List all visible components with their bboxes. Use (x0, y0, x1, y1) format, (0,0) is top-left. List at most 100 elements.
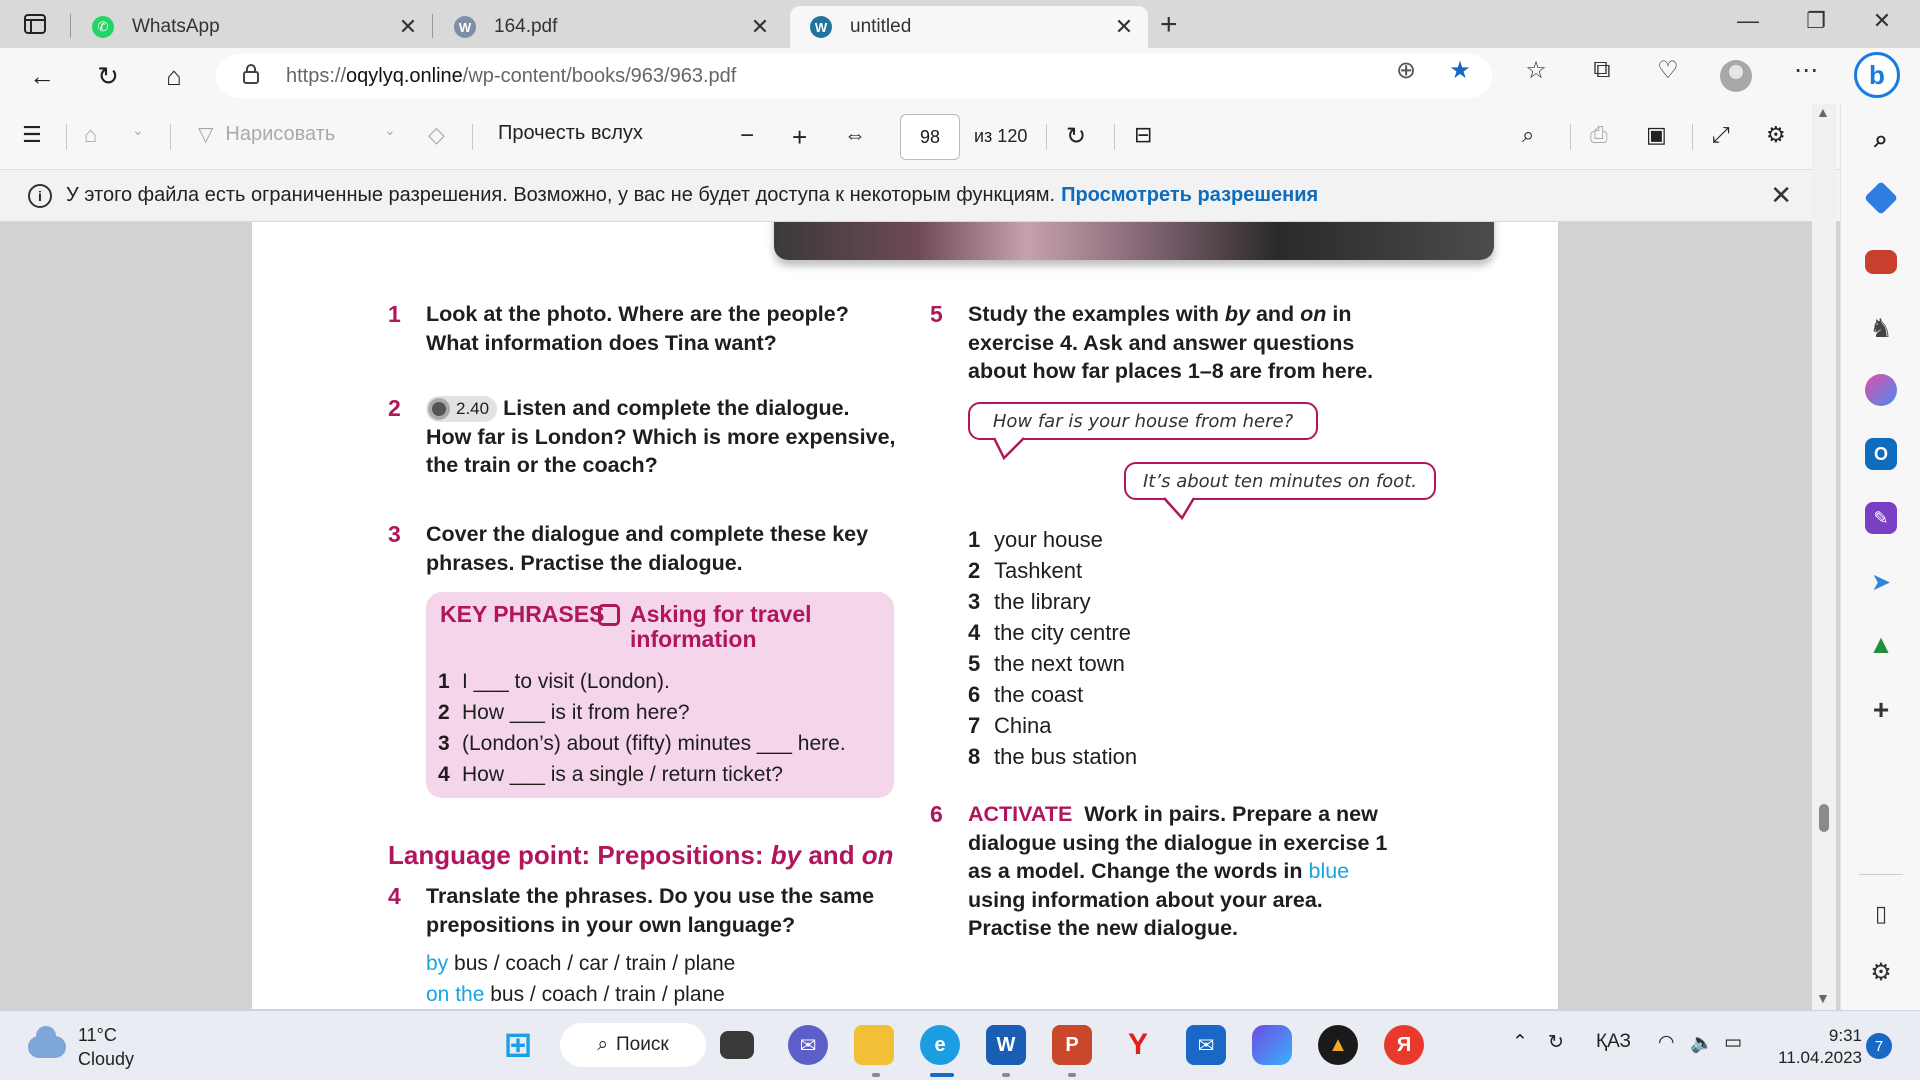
language-indicator[interactable]: ҚАЗ (1596, 1031, 1631, 1053)
language-point-heading: Language point: Prepositions: by and on (388, 840, 894, 870)
contents-list-icon[interactable]: ☰ (22, 122, 42, 148)
exercise-number: 3 (388, 521, 401, 547)
tab-actions-button[interactable] (14, 10, 56, 38)
close-icon[interactable]: ✕ (394, 14, 422, 40)
word-icon[interactable]: W (986, 1025, 1026, 1065)
phrase-line-1: by bus / coach / car / train / plane (426, 952, 736, 975)
pdf-viewer[interactable]: 1 Look at the photo. Where are the peopl… (0, 222, 1840, 1009)
page-view-icon[interactable]: ⊟ (1134, 122, 1152, 148)
tab-164-pdf[interactable]: W 164.pdf ✕ (434, 6, 784, 48)
refresh-button[interactable]: ↻ (88, 58, 128, 94)
settings-gear-icon[interactable]: ⚙ (1766, 122, 1786, 148)
browser-essentials-icon[interactable]: ♡ (1648, 56, 1688, 85)
notification-badge[interactable]: 7 (1866, 1033, 1892, 1059)
toolbar-divider (1046, 124, 1047, 150)
close-icon[interactable]: ✕ (1770, 180, 1792, 211)
zoom-out-button[interactable]: − (740, 122, 754, 150)
taskbar-search[interactable]: ⌕ Поиск (560, 1023, 706, 1067)
edge-browser-icon[interactable]: e (920, 1025, 960, 1065)
search-icon[interactable]: ⌕ (1865, 124, 1897, 156)
clock[interactable]: 9:31 11.04.2023 (1772, 1025, 1862, 1069)
tree-icon[interactable]: ▲ (1865, 628, 1897, 660)
microsoft365-icon[interactable] (1865, 374, 1897, 406)
battery-icon[interactable]: ▭ (1724, 1031, 1742, 1054)
add-app-icon[interactable]: + (1865, 694, 1897, 726)
list-item: 4 How ___ is a single / return ticket? (438, 763, 783, 786)
restore-button[interactable]: ❐ (1796, 8, 1836, 34)
vertical-scrollbar[interactable]: ▲ ▼ (1812, 104, 1836, 1010)
volume-icon[interactable]: 🔈 (1690, 1031, 1714, 1055)
draw-button[interactable]: ▽ Нарисовать (198, 122, 335, 147)
list-item: 1I ___ to visit (London). (438, 670, 670, 693)
scrollbar-thumb[interactable] (1819, 804, 1829, 832)
url-text[interactable]: https://oqylyq.online/wp-content/books/9… (286, 65, 736, 88)
task-view-icon[interactable] (720, 1031, 754, 1059)
warning-app-icon[interactable]: ▲ (1318, 1025, 1358, 1065)
view-permissions-link[interactable]: Просмотреть разрешения (1061, 184, 1318, 207)
weather-widget[interactable]: 11°C Cloudy (28, 1023, 134, 1071)
favorites-list-icon[interactable]: ☆ (1516, 56, 1556, 85)
sidebar-toggle-icon[interactable]: ▯ (1865, 898, 1897, 930)
chevron-down-icon[interactable]: ⌄ (384, 122, 396, 139)
yandex-icon[interactable]: Я (1384, 1025, 1424, 1065)
close-icon[interactable]: ✕ (746, 14, 774, 40)
home-button[interactable]: ⌂ (154, 58, 194, 94)
lock-icon[interactable] (242, 63, 264, 90)
draw-label: Нарисовать (225, 123, 336, 145)
outlook-icon[interactable]: O (1865, 438, 1897, 470)
mail-icon[interactable]: ✉ (1186, 1025, 1226, 1065)
zoom-icon[interactable]: ⊕ (1386, 56, 1426, 85)
profile-avatar[interactable] (1720, 60, 1752, 92)
search-icon[interactable]: ⌕ (1522, 122, 1534, 148)
yandex-browser-icon[interactable]: Y (1118, 1025, 1158, 1065)
scroll-down-arrow[interactable]: ▼ (1816, 990, 1830, 1006)
teams-chat-icon[interactable]: ✉ (788, 1025, 828, 1065)
zoom-in-button[interactable]: + (792, 122, 807, 153)
wifi-icon[interactable]: ◠ (1658, 1031, 1675, 1054)
collections-icon[interactable]: ⧉ (1582, 56, 1622, 84)
new-tab-button[interactable]: + (1160, 8, 1178, 42)
page-number-input[interactable]: 98 (900, 114, 960, 160)
chevron-down-icon[interactable]: ⌄ (132, 122, 144, 139)
rotate-icon[interactable]: ↻ (1066, 122, 1086, 151)
audio-track-badge[interactable]: 2.40 (426, 396, 498, 423)
designer-icon[interactable]: ✎ (1865, 502, 1897, 534)
sync-icon[interactable]: ↻ (1548, 1031, 1564, 1054)
scroll-up-arrow[interactable]: ▲ (1816, 104, 1830, 120)
chevron-up-icon[interactable]: ⌃ (1512, 1031, 1528, 1054)
tab-whatsapp[interactable]: ✆ WhatsApp ✕ (72, 6, 432, 48)
windows-start-icon[interactable]: ⊞ (498, 1025, 538, 1065)
exercise-number: 1 (388, 301, 401, 327)
highlight-icon[interactable]: ⌂ (84, 122, 97, 148)
running-indicator (1068, 1073, 1076, 1077)
exercise-2: 2 2.40 Listen and complete the dialogue. … (388, 394, 896, 480)
back-button[interactable]: ← (22, 58, 62, 94)
minimize-button[interactable]: — (1728, 8, 1768, 34)
tab-untitled[interactable]: W untitled ✕ (790, 6, 1148, 48)
print-icon[interactable]: ⎙ (1590, 122, 1608, 148)
eraser-icon[interactable]: ◇ (428, 122, 445, 148)
exercise-1: 1 Look at the photo. Where are the peopl… (388, 300, 856, 357)
more-menu-icon[interactable]: ⋯ (1786, 56, 1826, 85)
send-plane-icon[interactable]: ➤ (1865, 566, 1897, 598)
favorite-star-icon[interactable]: ★ (1440, 56, 1480, 85)
bing-chat-icon[interactable]: b (1854, 52, 1900, 98)
file-explorer-icon[interactable] (854, 1025, 894, 1065)
close-icon[interactable]: ✕ (1110, 14, 1138, 40)
photo-image (774, 222, 1494, 260)
games-chess-icon[interactable]: ♞ (1865, 312, 1897, 344)
fit-width-icon[interactable]: ⇔ (844, 122, 866, 148)
list-item: 8 the bus station (968, 744, 1138, 769)
pdf-page: 1 Look at the photo. Where are the peopl… (252, 222, 1558, 1009)
address-bar[interactable]: https://oqylyq.online/wp-content/books/9… (216, 54, 1492, 98)
close-window-button[interactable]: ✕ (1862, 8, 1902, 34)
fullscreen-icon[interactable]: ⤢ (1712, 122, 1730, 148)
shopping-tag-icon[interactable] (1864, 181, 1898, 215)
save-icon[interactable]: ▣ (1646, 122, 1667, 148)
tools-briefcase-icon[interactable] (1865, 250, 1897, 274)
settings-gear-icon[interactable]: ⚙ (1865, 956, 1897, 988)
copilot-icon[interactable] (1252, 1025, 1292, 1065)
read-aloud-button[interactable]: Прочесть вслух (498, 122, 643, 145)
pdf-toolbar: ☰ ⌂ ⌄ ▽ Нарисовать ⌄ ◇ Прочесть вслух − +… (0, 104, 1840, 170)
powerpoint-icon[interactable]: P (1052, 1025, 1092, 1065)
